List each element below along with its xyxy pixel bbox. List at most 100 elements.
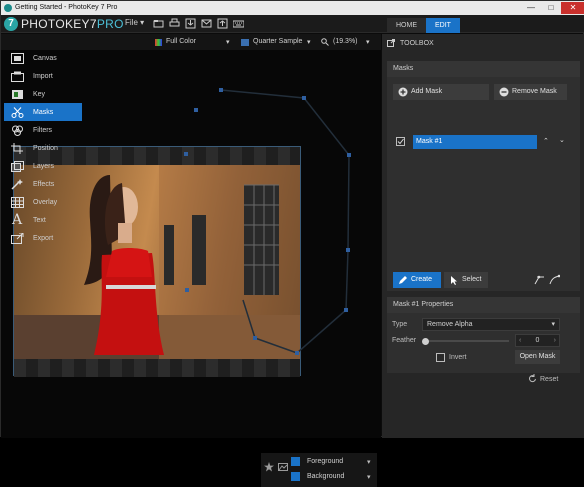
crop-icon	[10, 142, 24, 154]
text-icon: A	[11, 212, 23, 228]
zoom-dropdown-icon[interactable]: ▾	[366, 38, 370, 46]
toolbox-panel: TOOLBOX Masks Add Mask Remove Mask Mask …	[382, 34, 584, 438]
color-mode-icon	[155, 39, 162, 46]
add-point-icon[interactable]	[534, 274, 545, 285]
sample-icon	[241, 39, 249, 46]
cursor-icon	[449, 275, 459, 285]
nav-import[interactable]: Import	[4, 67, 82, 85]
zoom-level: (19.3%)	[333, 38, 358, 45]
tab-home[interactable]: HOME	[387, 18, 426, 33]
pen-icon	[398, 275, 408, 285]
decrement-icon[interactable]: ‹	[519, 335, 521, 346]
increment-icon[interactable]: ›	[554, 335, 556, 346]
transparency-bottom	[14, 359, 300, 377]
nav-position[interactable]: Position	[4, 139, 82, 157]
reset-button[interactable]: Reset	[540, 376, 558, 383]
nav-effects[interactable]: Effects	[4, 175, 82, 193]
maximize-button[interactable]: □	[541, 2, 561, 14]
nav-export[interactable]: Export	[4, 229, 82, 247]
feather-label: Feather	[392, 337, 417, 344]
mask-handle	[219, 88, 223, 92]
tab-edit[interactable]: EDIT	[426, 18, 460, 33]
layers-icon	[10, 160, 24, 172]
zoom-icon[interactable]	[321, 38, 329, 48]
view-bar: Full Color ▾ Quarter Sample ▾ (19.3%) ▾	[1, 34, 381, 50]
move-up-icon[interactable]: ⌃	[543, 137, 549, 145]
remove-mask-button[interactable]: Remove Mask	[494, 84, 567, 100]
mask-handle	[344, 308, 348, 312]
nav-overlay[interactable]: Overlay	[4, 193, 82, 211]
feather-slider-thumb[interactable]	[422, 337, 429, 345]
layer-visibility-strip: Foreground ▾ Background ▾	[261, 453, 377, 487]
foreground-dropdown-icon[interactable]: ▾	[367, 458, 371, 466]
masks-panel: Masks Add Mask Remove Mask Mask #1 ⌃ ⌄ C…	[387, 61, 580, 291]
nav-canvas[interactable]: Canvas	[4, 49, 82, 67]
nav-key[interactable]: Key	[4, 85, 82, 103]
minimize-button[interactable]: —	[521, 2, 541, 14]
feather-slider[interactable]	[422, 337, 509, 345]
select-button[interactable]: Select	[444, 272, 488, 288]
move-down-icon[interactable]: ⌄	[559, 136, 565, 144]
invert-checkbox[interactable]	[436, 353, 445, 362]
mask-properties-panel: Mask #1 Properties Type Remove Alpha ▾ F…	[387, 297, 580, 373]
sample-dropdown-icon[interactable]: ▾	[307, 38, 311, 46]
toolbox-header: TOOLBOX	[382, 34, 584, 52]
title-bar: Getting Started - PhotoKey 7 Pro — □ ✕	[1, 1, 584, 15]
invert-label: Invert	[449, 354, 467, 361]
foreground-label: Foreground	[307, 458, 344, 465]
nav-text[interactable]: A Text	[4, 211, 82, 229]
file-menu[interactable]: File ▾	[125, 18, 144, 27]
scissors-icon	[10, 106, 24, 118]
mask-handle	[346, 248, 350, 252]
print-icon[interactable]	[169, 18, 180, 29]
keyboard-icon[interactable]	[232, 18, 245, 29]
color-mode-select[interactable]: Full Color	[166, 38, 196, 45]
ribbon-tabs: HOME EDIT	[387, 18, 460, 33]
close-button[interactable]: ✕	[561, 2, 584, 14]
nav-filters[interactable]: Filters	[4, 121, 82, 139]
add-mask-button[interactable]: Add Mask	[393, 84, 489, 100]
logo-text: PHOTOKEY7	[21, 17, 97, 31]
left-nav: Canvas Import Key Masks Filters Position…	[4, 49, 82, 247]
background-checkbox[interactable]	[291, 472, 300, 481]
mail-icon[interactable]	[201, 18, 212, 29]
create-button[interactable]: Create	[393, 272, 441, 288]
feather-value-input[interactable]: ‹ 0 ›	[515, 334, 560, 347]
mask-list-item[interactable]: Mask #1 ⌃ ⌄	[393, 135, 573, 149]
star-icon[interactable]	[264, 462, 274, 472]
type-dropdown-icon: ▾	[551, 321, 555, 328]
import-icon[interactable]	[185, 18, 196, 29]
background-dropdown-icon[interactable]: ▾	[367, 473, 371, 481]
app-window: Getting Started - PhotoKey 7 Pro — □ ✕ 7…	[0, 0, 584, 487]
wand-icon	[10, 178, 24, 190]
mask-name[interactable]: Mask #1	[413, 135, 537, 149]
key-icon	[10, 88, 24, 100]
curve-point-icon[interactable]	[549, 274, 561, 285]
filters-icon	[10, 124, 24, 136]
reset-icon	[528, 374, 537, 383]
masks-header: Masks	[387, 61, 580, 77]
foreground-checkbox[interactable]	[291, 457, 300, 466]
plus-icon	[398, 87, 408, 97]
popout-icon[interactable]	[387, 39, 395, 47]
mask-properties-header: Mask #1 Properties	[387, 297, 580, 313]
color-mode-dropdown-icon[interactable]: ▾	[226, 38, 230, 46]
mask-enabled-checkbox[interactable]	[396, 137, 405, 146]
open-mask-button[interactable]: Open Mask	[515, 350, 560, 364]
app-logo: 7 PHOTOKEY7PRO	[4, 16, 124, 32]
export-icon[interactable]	[217, 18, 228, 29]
open-icon[interactable]	[153, 18, 164, 29]
type-label: Type	[392, 321, 408, 328]
grid-icon	[10, 196, 24, 208]
background-label: Background	[307, 473, 345, 480]
sample-select[interactable]: Quarter Sample	[253, 38, 302, 45]
nav-masks[interactable]: Masks	[4, 103, 82, 121]
menu-bar: 7 PHOTOKEY7PRO File ▾	[1, 15, 584, 33]
export-icon	[10, 232, 24, 244]
app-icon	[4, 4, 12, 12]
image-icon[interactable]	[278, 462, 288, 472]
minus-icon	[499, 87, 509, 97]
logo-pro: PRO	[96, 17, 124, 31]
type-select[interactable]: Remove Alpha ▾	[422, 318, 560, 331]
nav-layers[interactable]: Layers	[4, 157, 82, 175]
